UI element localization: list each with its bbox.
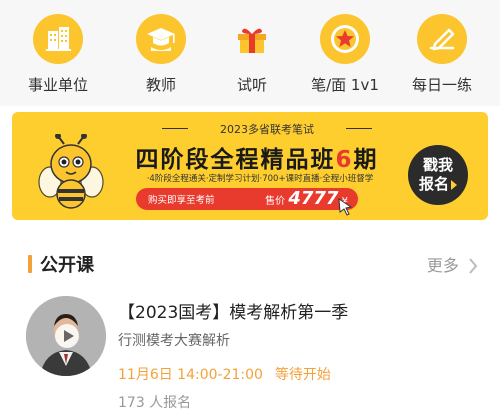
- nav-item-public-institution[interactable]: 事业单位: [8, 14, 108, 100]
- signup-cta-button[interactable]: 戳我 报名: [408, 145, 468, 205]
- more-link[interactable]: 更多: [427, 252, 478, 276]
- course-subtitle: 行测模考大赛解析: [118, 333, 230, 349]
- course-thumbnail: [26, 296, 106, 376]
- banner-title: 四阶段全程精品班6期: [112, 140, 402, 174]
- section-title: 公开课: [40, 255, 94, 276]
- cta-line-2: 报名: [408, 175, 468, 194]
- pointer-cursor-icon: [338, 198, 354, 220]
- category-nav: 事业单位 教师 试听 笔/面 1v1 每日一练: [0, 0, 500, 106]
- more-label: 更多: [426, 256, 459, 275]
- nav-item-trial[interactable]: 试听: [202, 14, 302, 100]
- play-arrow-icon: [451, 179, 457, 190]
- banner-subtitle: 2023多省联考笔试: [162, 121, 372, 137]
- star-badge-icon: [320, 14, 370, 64]
- pencil-note-icon: [417, 14, 467, 64]
- course-status: 等待开始: [274, 367, 331, 383]
- banner-title-main: 四阶段全程精品班: [135, 147, 336, 173]
- bee-mascot-icon: [36, 133, 106, 216]
- nav-item-daily-practice[interactable]: 每日一练: [392, 14, 492, 100]
- section-accent-bar: [28, 255, 32, 273]
- cta-line-1: 戳我: [422, 156, 453, 174]
- price-number: 4777: [288, 188, 339, 209]
- nav-label: 每日一练: [411, 76, 472, 94]
- course-time: 11月6日 14:00-21:00: [118, 367, 263, 383]
- signup-count: 173 人报名: [118, 395, 192, 411]
- nav-item-written-interview-1v1[interactable]: 笔/面 1v1: [295, 14, 395, 100]
- price-prefix: 售价: [265, 196, 286, 207]
- building-icon: [33, 14, 83, 64]
- nav-item-teacher[interactable]: 教师: [111, 14, 211, 100]
- price-note: 购买即享至考前: [148, 195, 215, 206]
- course-title: 【2023国考】模考解析第一季: [118, 303, 349, 323]
- banner-description: ·4阶段全程通关·定制学习计划·700+课时直播·全程小班督学: [146, 174, 374, 184]
- open-course-section-header: 公开课 更多: [0, 236, 500, 292]
- course-schedule: 11月6日 14:00-21:00 等待开始: [118, 364, 343, 384]
- nav-label: 笔/面 1v1: [311, 76, 379, 94]
- banner-title-suffix: 期: [353, 147, 379, 173]
- nav-label: 教师: [145, 76, 176, 94]
- chevron-right-icon: [469, 258, 478, 274]
- price-pill: 购买即享至考前 售价 4777 ¥: [136, 188, 358, 210]
- graduation-cap-icon: [136, 14, 186, 64]
- nav-label: 试听: [236, 76, 267, 94]
- play-icon: [54, 323, 80, 353]
- course-list-item[interactable]: 【2023国考】模考解析第一季 行测模考大赛解析 11月6日 14:00-21:…: [0, 292, 500, 418]
- gift-box-icon: [227, 14, 277, 64]
- nav-label: 事业单位: [27, 76, 88, 94]
- promo-banner[interactable]: 2023多省联考笔试 四阶段全程精品班6期 ·4阶段全程通关·定制学习计划·70…: [12, 112, 488, 220]
- price-value: 售价 4777 ¥: [265, 188, 348, 209]
- banner-title-number: 6: [335, 147, 354, 173]
- cta-line-2-text: 报名: [418, 175, 449, 193]
